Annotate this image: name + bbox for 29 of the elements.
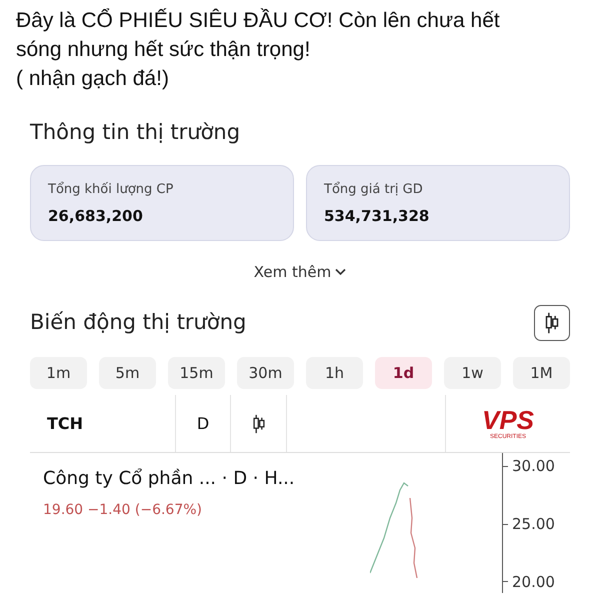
timeframe-tab[interactable]: 1w	[444, 357, 501, 389]
section-title: Biến động thị trường	[30, 309, 246, 336]
stat-label: Tổng khối lượng CP	[48, 180, 174, 198]
chevron-down-icon	[335, 268, 346, 276]
stat-value: 26,683,200	[48, 206, 144, 227]
candlestick-icon	[544, 312, 560, 334]
axis-label: 30.00	[512, 456, 555, 477]
logo-wordmark: VPS	[482, 406, 534, 432]
stat-label: Tổng giá trị GD	[324, 180, 424, 198]
timeframe-tab[interactable]: 5m	[99, 357, 156, 389]
post-text: Đây là CỔ PHIẾU SIÊU ĐẦU CƠ! Còn lên chưa hết sóng nhưng hết sức thận trọng!	[16, 7, 501, 63]
timeframe-tab[interactable]: 15m	[168, 357, 225, 389]
section-title: Thông tin thị trường	[30, 119, 242, 146]
chart-title: Công ty Cổ phần ... · D · H...	[43, 467, 296, 491]
timeframe-tab[interactable]: 1h	[306, 357, 363, 389]
price-change: 19.60 −1.40 (−6.67%)	[43, 501, 204, 520]
stat-value: 534,731,328	[324, 206, 430, 227]
axis-label: 25.00	[512, 514, 555, 535]
axis-label: 20.00	[512, 572, 555, 592]
interval-button[interactable]: D	[196, 412, 210, 436]
timeframe-tab[interactable]: 1d	[375, 357, 432, 389]
candlestick-icon	[252, 412, 266, 434]
timeframe-tab[interactable]: 1M	[513, 357, 570, 389]
timeframe-tab[interactable]: 1m	[30, 357, 87, 389]
timeframe-tab[interactable]: 30m	[237, 357, 294, 389]
chart-type-button[interactable]	[534, 305, 570, 341]
post-text: ( nhận gạch đá!)	[16, 66, 170, 92]
see-more-link[interactable]: Xem thêm	[254, 260, 346, 283]
symbol-label: TCH	[46, 412, 84, 434]
